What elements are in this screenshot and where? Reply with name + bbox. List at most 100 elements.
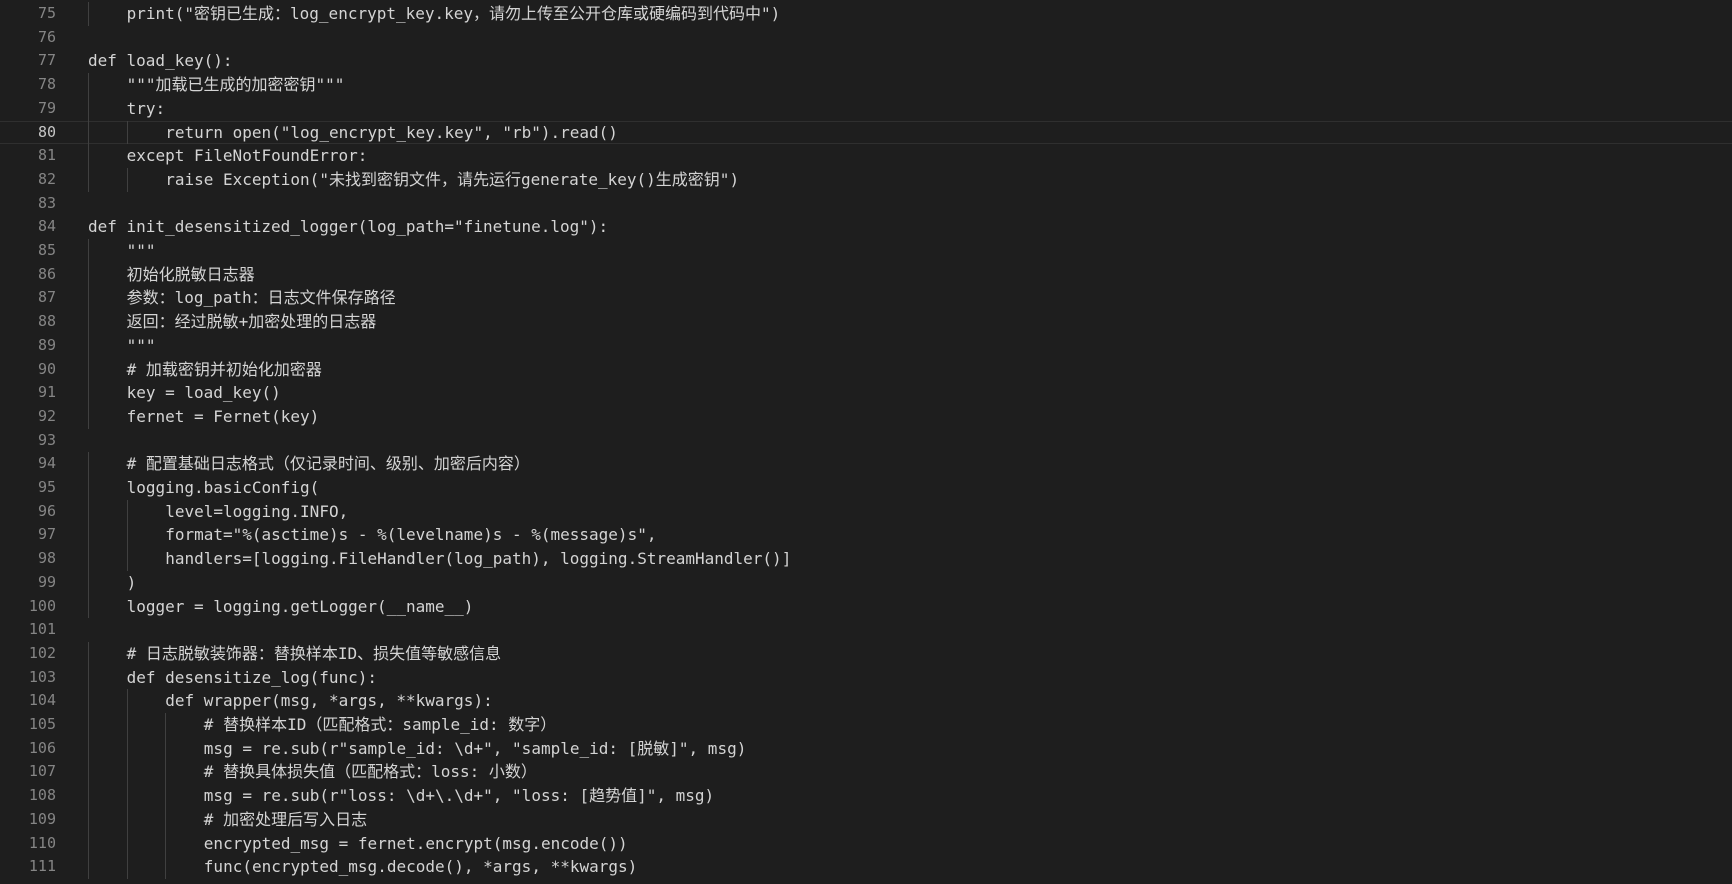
code-content[interactable]: """加载已生成的加密密钥""" [88, 73, 1732, 97]
code-text: """ [126, 241, 156, 260]
code-content[interactable]: # 配置基础日志格式（仅记录时间、级别、加密后内容） [88, 452, 1732, 476]
code-content[interactable]: ) [88, 570, 1732, 595]
indent-guide [88, 547, 89, 571]
line-number: 96 [37, 501, 56, 520]
code-content[interactable]: logging.basicConfig( [88, 476, 1732, 500]
code-line[interactable]: 98 handlers=[logging.FileHandler(log_path… [0, 547, 1732, 571]
code-line[interactable]: 100 logger = logging.getLogger(__name__) [0, 594, 1732, 619]
indent-guide [88, 807, 89, 832]
code-line[interactable]: 108 msg = re.sub(r"loss: \d+\.\d+", "loss… [0, 784, 1732, 808]
indent-guide [126, 167, 128, 192]
code-text: print("密钥已生成：log_encrypt_key.key，请勿上传至公开… [126, 4, 781, 23]
code-line[interactable]: 97 format="%(asctime)s - %(levelname)s - … [0, 523, 1732, 548]
code-content[interactable]: 参数：log_path：日志文件保存路径 [88, 286, 1732, 311]
code-line[interactable]: 91 key = load_key() [0, 381, 1732, 405]
code-line[interactable]: 107 # 替换具体损失值（匹配格式：loss: 小数） [0, 760, 1732, 785]
code-line[interactable]: 96 level=logging.INFO, [0, 499, 1732, 524]
indent-guide [88, 499, 89, 524]
code-line[interactable]: 83 [0, 192, 1732, 216]
code-content[interactable]: logger = logging.getLogger(__name__) [88, 594, 1732, 619]
indent-guide [126, 784, 128, 808]
code-line[interactable]: 102 # 日志脱敏装饰器：替换样本ID、损失值等敏感信息 [0, 641, 1732, 666]
code-content[interactable]: 返回：经过脱敏+加密处理的日志器 [88, 310, 1732, 334]
indent-guide [126, 831, 128, 856]
code-line[interactable]: 93 [0, 429, 1732, 453]
code-content[interactable]: func(encrypted_msg.decode(), *args, **kw… [88, 855, 1732, 879]
line-number: 111 [28, 857, 56, 876]
code-content[interactable]: format="%(asctime)s - %(levelname)s - %(… [88, 523, 1732, 548]
code-content[interactable]: def desensitize_log(func): [88, 665, 1732, 690]
line-number: 106 [28, 738, 56, 757]
code-line[interactable]: 111 func(encrypted_msg.decode(), *args, *… [0, 855, 1732, 879]
code-content[interactable]: msg = re.sub(r"sample_id: \d+", "sample_… [88, 736, 1732, 761]
code-content[interactable]: raise Exception("未找到密钥文件，请先运行generate_ke… [88, 167, 1732, 192]
code-content[interactable]: def load_key(): [88, 49, 1732, 73]
indent-guide [88, 333, 89, 358]
code-line[interactable]: 76 [0, 26, 1732, 50]
code-line[interactable]: 105 # 替换样本ID（匹配格式：sample_id: 数字） [0, 713, 1732, 737]
code-content[interactable]: except FileNotFoundError: [88, 144, 1732, 168]
code-content[interactable]: 初始化脱敏日志器 [88, 262, 1732, 287]
code-text: # 替换具体损失值（匹配格式：loss: 小数） [203, 762, 537, 782]
code-content[interactable]: # 日志脱敏装饰器：替换样本ID、损失值等敏感信息 [88, 641, 1732, 666]
indent-guide [88, 239, 89, 263]
code-line[interactable]: 106 msg = re.sub(r"sample_id: \d+", "samp… [0, 736, 1732, 761]
line-number: 99 [37, 572, 56, 591]
code-line[interactable]: 86 初始化脱敏日志器 [0, 262, 1732, 287]
code-line[interactable]: 90 # 加载密钥并初始化加密器 [0, 357, 1732, 382]
code-content[interactable]: encrypted_msg = fernet.encrypt(msg.encod… [88, 831, 1732, 856]
code-line[interactable]: 80 return open("log_encrypt_key.key", "rb… [0, 120, 1732, 145]
code-editor[interactable]: 75 print("密钥已生成：log_encrypt_key.key，请勿上传至… [0, 0, 1732, 884]
code-line[interactable]: 82 raise Exception("未找到密钥文件，请先运行generate_… [0, 167, 1732, 192]
code-content[interactable]: def wrapper(msg, *args, **kwargs): [88, 689, 1732, 713]
code-content[interactable]: # 加密处理后写入日志 [88, 807, 1732, 832]
code-content[interactable]: level=logging.INFO, [88, 499, 1732, 524]
code-line[interactable]: 109 # 加密处理后写入日志 [0, 807, 1732, 832]
indent-guide [126, 736, 128, 761]
code-content[interactable]: print("密钥已生成：log_encrypt_key.key，请勿上传至公开… [88, 2, 1732, 26]
code-text: # 加载密钥并初始化加密器 [126, 359, 322, 379]
line-number: 97 [37, 525, 56, 544]
code-content[interactable]: # 替换具体损失值（匹配格式：loss: 小数） [88, 760, 1732, 785]
code-line[interactable]: 103 def desensitize_log(func): [0, 665, 1732, 690]
code-content[interactable]: # 替换样本ID（匹配格式：sample_id: 数字） [88, 713, 1732, 737]
code-line[interactable]: 78 """加载已生成的加密密钥""" [0, 73, 1732, 97]
code-line[interactable]: 110 encrypted_msg = fernet.encrypt(msg.en… [0, 831, 1732, 856]
code-line[interactable]: 77 def load_key(): [0, 49, 1732, 73]
code-content[interactable]: handlers=[logging.FileHandler(log_path),… [88, 547, 1732, 571]
line-number: 79 [37, 98, 56, 117]
code-line[interactable]: 87 参数：log_path：日志文件保存路径 [0, 286, 1732, 311]
code-line[interactable]: 104 def wrapper(msg, *args, **kwargs): [0, 689, 1732, 713]
code-content[interactable]: key = load_key() [88, 381, 1732, 405]
indent-guide [126, 499, 128, 524]
code-content[interactable]: def init_desensitized_logger(log_path="f… [88, 215, 1732, 239]
code-line[interactable]: 99) [0, 570, 1732, 595]
code-content[interactable]: """ [88, 239, 1732, 263]
line-number: 104 [28, 691, 56, 710]
indent-guide [126, 120, 128, 145]
line-number: 80 [37, 122, 56, 141]
code-line[interactable]: 79 try: [0, 96, 1732, 121]
code-line[interactable]: 75 print("密钥已生成：log_encrypt_key.key，请勿上传至… [0, 2, 1732, 26]
code-line[interactable]: 101 [0, 618, 1732, 642]
code-content[interactable]: """ [88, 333, 1732, 358]
code-line[interactable]: 88 返回：经过脱敏+加密处理的日志器 [0, 310, 1732, 334]
indent-guide [165, 831, 167, 856]
line-number: 109 [28, 809, 56, 828]
indent-guide [88, 73, 89, 97]
line-number: 103 [28, 667, 56, 686]
code-line[interactable]: 81 except FileNotFoundError: [0, 144, 1732, 168]
code-line[interactable]: 95 logging.basicConfig( [0, 476, 1732, 500]
line-number: 95 [37, 478, 56, 496]
code-line[interactable]: 92 fernet = Fernet(key) [0, 404, 1732, 429]
code-line[interactable]: 89 """ [0, 333, 1732, 358]
code-content[interactable]: # 加载密钥并初始化加密器 [88, 357, 1732, 382]
code-line[interactable]: 94 # 配置基础日志格式（仅记录时间、级别、加密后内容） [0, 452, 1732, 476]
code-text: """ [126, 335, 156, 355]
code-line[interactable]: 84 def init_desensitized_logger(log_path=… [0, 215, 1732, 239]
code-content[interactable]: return open("log_encrypt_key.key", "rb")… [88, 120, 1732, 145]
code-content[interactable]: msg = re.sub(r"loss: \d+\.\d+", "loss: [… [88, 784, 1732, 808]
code-line[interactable]: 85 """ [0, 239, 1732, 263]
code-content[interactable]: fernet = Fernet(key) [88, 404, 1732, 429]
code-content[interactable]: try: [88, 96, 1732, 121]
